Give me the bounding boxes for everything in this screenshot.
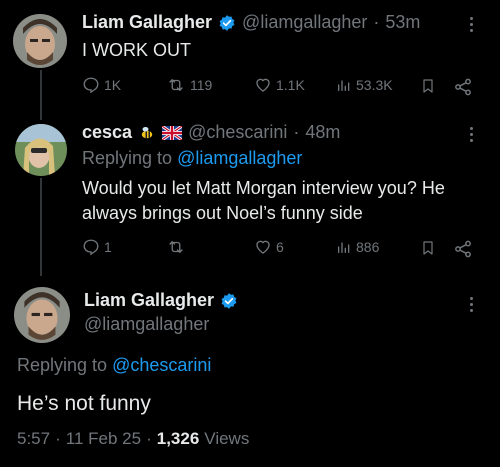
repost-icon <box>169 241 183 253</box>
handle[interactable]: @liamgallagher <box>242 12 367 33</box>
tweet-text: He’s not funny <box>17 392 151 415</box>
views-count: 1,326 <box>156 429 200 448</box>
avatar-cesca[interactable] <box>15 124 67 176</box>
analytics-icon <box>338 242 350 253</box>
handle[interactable]: @liamgallagher <box>84 314 209 335</box>
bookmark-icon[interactable] <box>420 239 436 257</box>
avatar-liam[interactable] <box>13 14 67 68</box>
post-time[interactable]: 5:57 <box>17 429 50 449</box>
like-count: 6 <box>276 239 284 255</box>
tweet-text-line1: Would you let Matt Morgan interview you?… <box>82 178 445 198</box>
repost-button[interactable]: 119 <box>166 76 212 94</box>
display-name[interactable]: cesca <box>82 122 132 143</box>
like-count: 1.1K <box>276 77 305 93</box>
verified-badge-icon <box>219 14 235 31</box>
repost-count: 119 <box>190 77 213 93</box>
post-date[interactable]: 11 Feb 25 <box>66 429 141 449</box>
separator-dot: · <box>293 122 300 142</box>
heart-icon <box>256 78 270 92</box>
views-label: Views <box>204 429 250 448</box>
replying-label: Replying to <box>17 355 108 375</box>
timestamp[interactable]: 48m <box>305 122 340 143</box>
verified-badge-icon <box>221 292 237 309</box>
heart-icon <box>256 240 270 254</box>
tweet-text: I WORK OUT <box>82 40 191 60</box>
repost-button[interactable] <box>166 238 186 256</box>
bee-emoji-icon <box>141 126 153 138</box>
display-name[interactable]: Liam Gallagher <box>84 290 214 311</box>
tweet-text-line2: always brings out Noel’s funny side <box>82 203 363 223</box>
separator-dot: · <box>146 429 152 448</box>
reply-count: 1 <box>104 239 112 255</box>
reply-button[interactable]: 1 <box>82 238 112 256</box>
more-options-icon[interactable] <box>470 127 473 142</box>
share-icon[interactable] <box>453 77 473 97</box>
reply-button[interactable]: 1K <box>82 76 121 94</box>
separator-dot: · <box>373 12 380 32</box>
share-icon[interactable] <box>453 239 473 259</box>
more-options-icon[interactable] <box>470 17 473 32</box>
views-button[interactable]: 53.3K <box>336 76 393 94</box>
more-options-icon[interactable] <box>470 297 473 312</box>
view-count: 53.3K <box>356 77 393 93</box>
replying-label: Replying to <box>82 148 173 168</box>
reply-count: 1K <box>104 77 122 93</box>
timestamp[interactable]: 53m <box>385 12 420 33</box>
replying-to-link[interactable]: @chescarini <box>112 355 211 375</box>
replying-to-link[interactable]: @liamgallagher <box>177 148 302 168</box>
thread-line-1 <box>40 70 42 120</box>
separator-dot: · <box>55 429 61 448</box>
like-button[interactable]: 6 <box>254 238 284 256</box>
views-button[interactable]: 886 <box>336 238 379 256</box>
view-count: 886 <box>356 239 380 255</box>
thread-line-2 <box>40 178 42 276</box>
uk-flag-icon <box>162 125 183 140</box>
reply-icon <box>83 239 99 256</box>
repost-icon <box>169 79 183 91</box>
bookmark-icon[interactable] <box>420 77 436 95</box>
like-button[interactable]: 1.1K <box>254 76 305 94</box>
reply-icon <box>83 77 99 94</box>
avatar-liam[interactable] <box>14 287 70 343</box>
display-name[interactable]: Liam Gallagher <box>82 12 212 33</box>
analytics-icon <box>338 80 350 91</box>
handle[interactable]: @chescarini <box>188 122 287 143</box>
